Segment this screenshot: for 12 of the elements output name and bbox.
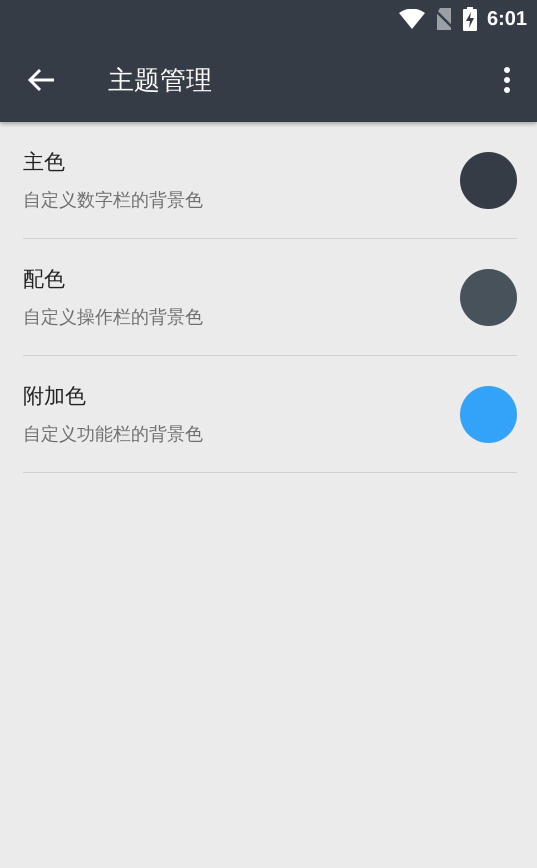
setting-title: 附加色 bbox=[23, 383, 87, 410]
no-sim-icon bbox=[434, 8, 453, 30]
setting-description: 自定义功能栏的背景色 bbox=[23, 423, 204, 446]
wifi-icon bbox=[398, 9, 425, 29]
more-options-icon[interactable] bbox=[503, 67, 511, 93]
status-time: 6:01 bbox=[486, 8, 527, 30]
setting-title: 主色 bbox=[23, 149, 66, 176]
setting-description: 自定义操作栏的背景色 bbox=[23, 306, 204, 329]
setting-title: 配色 bbox=[23, 266, 66, 293]
battery-charging-icon bbox=[462, 7, 477, 31]
toolbar-title: 主题管理 bbox=[108, 64, 213, 98]
setting-description: 自定义数字栏的背景色 bbox=[23, 189, 204, 212]
